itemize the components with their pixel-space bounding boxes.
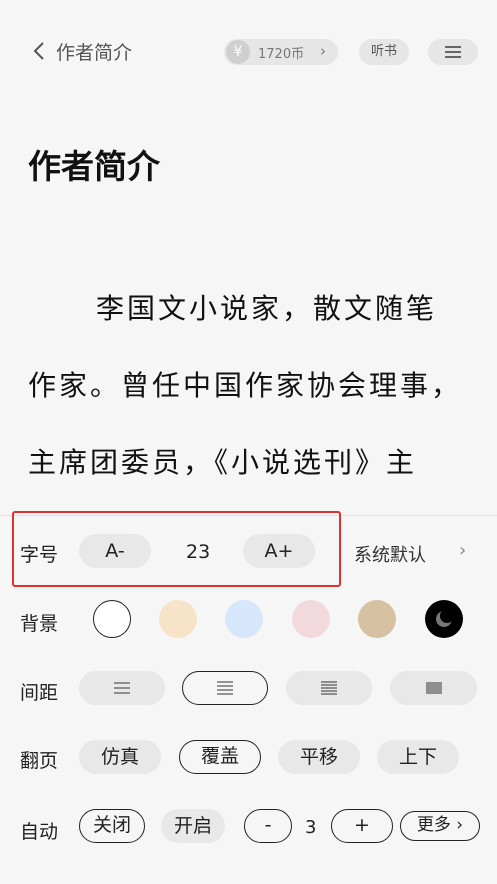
font-family-selector[interactable]: 系统默认 (354, 541, 426, 567)
page-title: 作者简介 (28, 147, 160, 186)
coin-icon: ¥ (226, 40, 250, 64)
paragraph-line: 李国文小说家，散文随笔 (96, 292, 438, 325)
chevron-right-icon: › (320, 42, 326, 60)
background-label: 背景 (20, 613, 59, 635)
background-swatch-white[interactable] (93, 600, 131, 638)
top-title: 作者简介 (56, 42, 133, 64)
back-button[interactable] (30, 40, 50, 64)
coin-balance: 1720币 (258, 47, 305, 62)
chevron-right-icon: › (459, 540, 467, 561)
listen-button[interactable]: 听书 (359, 39, 409, 65)
page-turn-slide[interactable]: 平移 (278, 740, 360, 774)
coin-balance-button[interactable]: ¥ 1720币 › (224, 39, 338, 65)
page-turn-simulation[interactable]: 仿真 (79, 740, 161, 774)
page-turn-label: 翻页 (20, 750, 59, 772)
menu-icon-bar (445, 56, 461, 58)
highlight-box (12, 511, 341, 587)
line-spacing-wide-icon (114, 682, 130, 694)
spacing-option-2[interactable] (182, 671, 268, 705)
chevron-right-icon: › (456, 815, 464, 835)
background-swatch-blue[interactable] (225, 600, 263, 638)
chevron-left-icon (33, 42, 44, 60)
background-swatch-pink[interactable] (292, 600, 330, 638)
auto-page-label: 自动 (20, 821, 59, 843)
spacing-label: 间距 (20, 682, 59, 704)
line-spacing-narrow-icon (321, 681, 337, 695)
auto-speed-decrease[interactable]: - (244, 809, 292, 843)
auto-speed-increase[interactable]: + (331, 809, 393, 843)
auto-on-button[interactable]: 开启 (161, 809, 225, 843)
background-swatch-beige[interactable] (159, 600, 197, 638)
spacing-option-1[interactable] (79, 671, 165, 705)
night-mode-swatch[interactable] (425, 600, 463, 638)
moon-icon (436, 609, 454, 627)
line-spacing-medium-icon (217, 681, 233, 695)
line-spacing-tight-icon (425, 682, 442, 694)
menu-icon (445, 46, 461, 48)
more-settings-label: 更多 (416, 815, 451, 835)
more-settings-button[interactable]: 更多 › (400, 811, 480, 841)
background-swatch-tan[interactable] (358, 600, 396, 638)
page-turn-scroll[interactable]: 上下 (377, 740, 459, 774)
menu-button[interactable] (428, 39, 478, 65)
page-turn-cover[interactable]: 覆盖 (179, 740, 261, 774)
paragraph-line: 主席团委员，《小说选刊》主 (28, 446, 418, 479)
auto-off-button[interactable]: 关闭 (79, 809, 145, 843)
spacing-option-3[interactable] (286, 671, 372, 705)
menu-icon-bar (445, 51, 461, 53)
auto-speed-value: 3 (305, 817, 317, 838)
paragraph-line: 作家。曾任中国作家协会理事， (28, 369, 463, 402)
top-bar: 作者简介 ¥ 1720币 › 听书 (0, 0, 497, 100)
spacing-option-4[interactable] (390, 671, 477, 705)
